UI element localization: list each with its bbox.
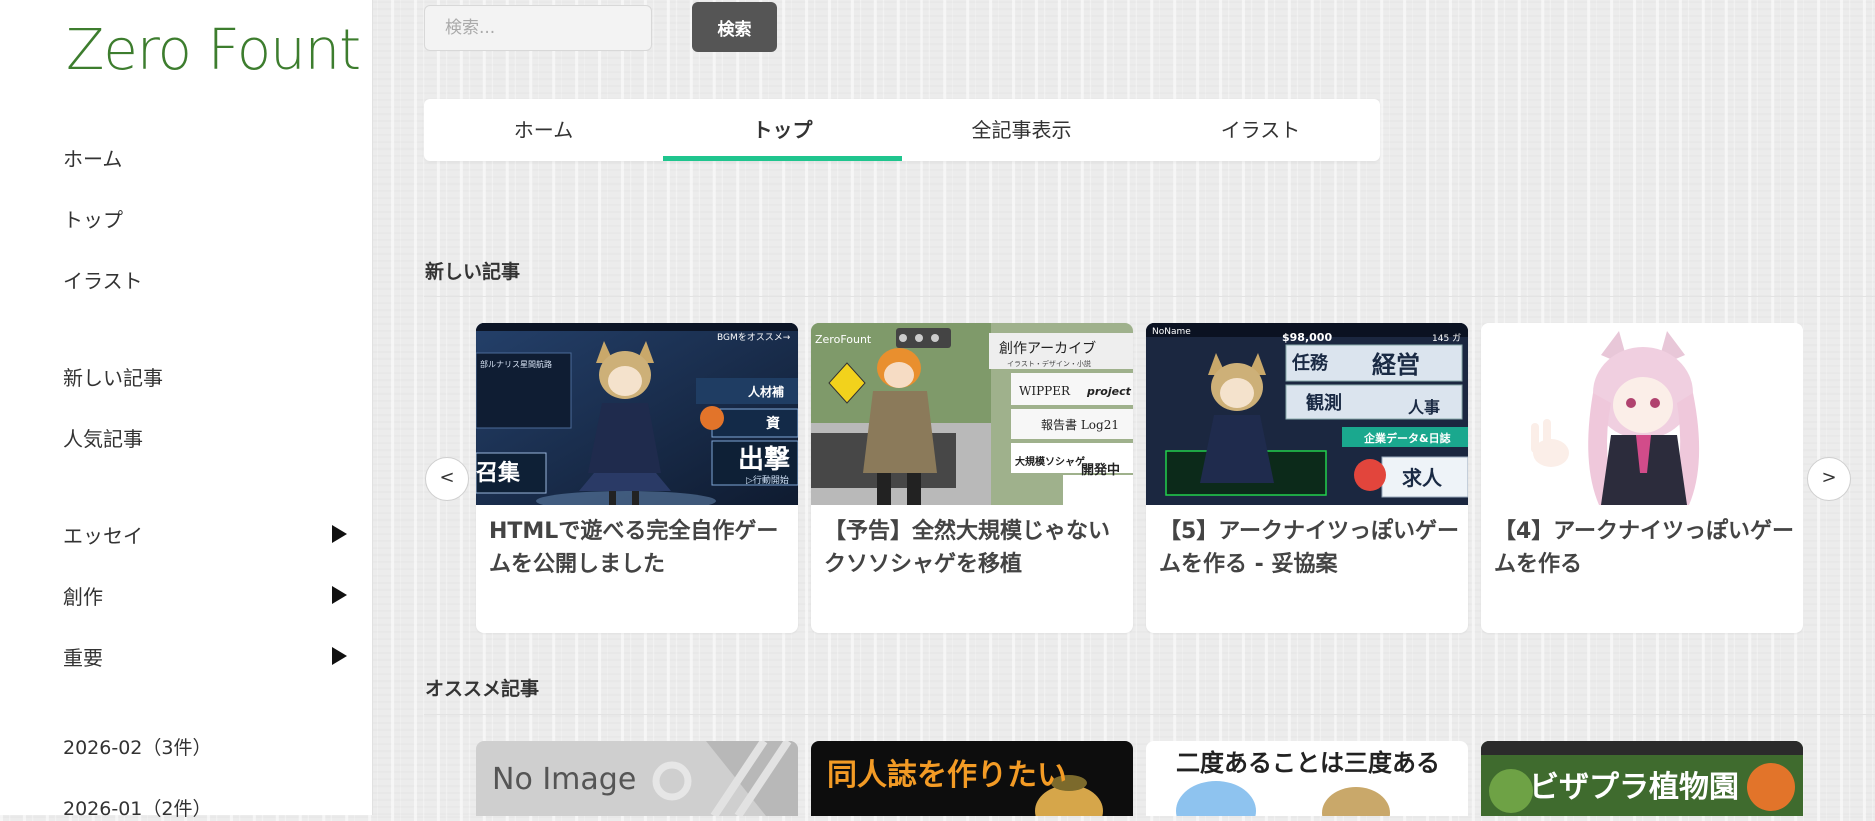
article-thumbnail: BGMをオススメ→ 部ルナリス星間航路 人材補 資 出撃 ▷行動開始 召集 (476, 323, 798, 505)
article-thumbnail: ZeroFount 創作アーカイブ イラスト・デザイン・小説 WIPPER pr… (811, 323, 1133, 505)
svg-text:企業データ&日誌: 企業データ&日誌 (1363, 431, 1451, 445)
sidebar-item-creation[interactable]: 創作 (63, 581, 103, 610)
recommended-thumbnail: 同人誌を作りたい (811, 741, 1133, 816)
sidebar-item-important[interactable]: 重要 (63, 642, 103, 671)
sidebar-item-illust[interactable]: イラスト (63, 265, 143, 294)
recommended-card[interactable]: ビザプラ植物園 (1481, 741, 1803, 816)
svg-text:イラスト・デザイン・小説: イラスト・デザイン・小説 (1007, 359, 1091, 368)
svg-text:召集: 召集 (476, 460, 521, 486)
recommended-card[interactable]: No Image (476, 741, 798, 816)
article-thumbnail: NoName $98,000 145 ガ 任務 経営 観測 人事 企業データ&日… (1146, 323, 1468, 505)
carousel-next-button[interactable]: > (1807, 457, 1851, 501)
sidebar-item-archive-2026-02[interactable]: 2026-02（3件） (63, 733, 211, 760)
section-divider (424, 714, 1875, 715)
recommended-thumbnail: No Image (476, 741, 798, 816)
svg-text:$98,000: $98,000 (1282, 331, 1332, 344)
svg-text:▷行動開始: ▷行動開始 (746, 474, 789, 486)
section-title-recommended: オススメ記事 (425, 678, 540, 700)
sidebar-item-essay[interactable]: エッセイ (63, 520, 143, 549)
recommended-thumbnail: ビザプラ植物園 (1481, 741, 1803, 816)
triangle-right-icon[interactable] (332, 647, 347, 665)
sidebar-item-popular-articles[interactable]: 人気記事 (63, 423, 143, 452)
article-title[interactable]: 【予告】全然大規模じゃないクソソシャゲを移植 (824, 515, 1124, 581)
svg-text:同人誌を作りたい: 同人誌を作りたい (827, 758, 1067, 793)
sidebar-item-home[interactable]: ホーム (63, 143, 122, 172)
svg-text:大規模ソシャゲ: 大規模ソシャゲ (1015, 455, 1085, 468)
svg-text:NoName: NoName (1152, 327, 1191, 337)
article-thumbnail (1481, 323, 1803, 505)
article-title[interactable]: HTMLで遊べる完全自作ゲームを公開しました (489, 515, 789, 581)
recommended-thumbnail: 二度あることは三度ある (1146, 741, 1468, 816)
svg-text:任務: 任務 (1291, 352, 1329, 374)
section-title-new-articles: 新しい記事 (425, 261, 521, 283)
article-card[interactable]: ZeroFount 創作アーカイブ イラスト・デザイン・小説 WIPPER pr… (811, 323, 1133, 633)
search-input[interactable] (424, 5, 652, 51)
carousel-prev-button[interactable]: < (425, 457, 469, 501)
svg-text:人事: 人事 (1408, 398, 1440, 417)
sidebar-item-new-articles[interactable]: 新しい記事 (63, 362, 163, 391)
triangle-right-icon[interactable] (332, 586, 347, 604)
search-button[interactable]: 検索 (692, 2, 777, 52)
article-title[interactable]: 【5】アークナイツっぽいゲームを作る - 妥協案 (1159, 515, 1459, 581)
tab-all-articles[interactable]: 全記事表示 (902, 99, 1141, 161)
tab-illust[interactable]: イラスト (1141, 99, 1380, 161)
svg-text:開発中: 開発中 (1081, 462, 1120, 478)
tab-top[interactable]: トップ (663, 99, 902, 161)
svg-text:ZeroFount: ZeroFount (815, 333, 872, 346)
recommended-card[interactable]: 二度あることは三度ある (1146, 741, 1468, 816)
svg-text:WIPPER: WIPPER (1019, 384, 1071, 398)
svg-text:部ルナリス星間航路: 部ルナリス星間航路 (480, 359, 552, 369)
section-divider (424, 296, 1875, 297)
article-title[interactable]: 【4】アークナイツっぽいゲームを作る (1494, 515, 1794, 581)
tab-bar: ホーム トップ 全記事表示 イラスト (424, 99, 1380, 161)
svg-text:出撃: 出撃 (738, 445, 790, 475)
thumb-text: BGMをオススメ→ (717, 332, 791, 343)
svg-text:人材補: 人材補 (748, 384, 784, 399)
sidebar: Zero Fount ホーム トップ イラスト 新しい記事 人気記事 エッセイ … (0, 0, 373, 820)
sidebar-item-archive-2026-01[interactable]: 2026-01（2件） (63, 794, 211, 821)
main-content: 検索 ホーム トップ 全記事表示 イラスト 新しい記事 < > (373, 0, 1875, 816)
svg-text:資: 資 (766, 415, 780, 432)
svg-text:project: project (1086, 385, 1132, 398)
site-logo[interactable]: Zero Fount (66, 18, 361, 83)
tab-home[interactable]: ホーム (424, 99, 663, 161)
svg-text:観測: 観測 (1306, 392, 1342, 414)
svg-text:報告書 Log21: 報告書 Log21 (1041, 418, 1119, 432)
svg-text:145 ガ: 145 ガ (1432, 333, 1461, 344)
svg-text:二度あることは三度ある: 二度あることは三度ある (1176, 749, 1440, 777)
triangle-right-icon[interactable] (332, 525, 347, 543)
article-card[interactable]: 【4】アークナイツっぽいゲームを作る (1481, 323, 1803, 633)
svg-text:No Image: No Image (492, 762, 636, 797)
article-card[interactable]: BGMをオススメ→ 部ルナリス星間航路 人材補 資 出撃 ▷行動開始 召集 HT… (476, 323, 798, 633)
svg-text:ビザプラ植物園: ビザプラ植物園 (1529, 770, 1739, 805)
article-card[interactable]: NoName $98,000 145 ガ 任務 経営 観測 人事 企業データ&日… (1146, 323, 1468, 633)
recommended-card[interactable]: 同人誌を作りたい (811, 741, 1133, 816)
sidebar-item-top[interactable]: トップ (63, 204, 123, 233)
svg-text:経営: 経営 (1372, 350, 1420, 379)
svg-text:求人: 求人 (1402, 466, 1443, 490)
svg-text:創作アーカイブ: 創作アーカイブ (999, 340, 1096, 357)
